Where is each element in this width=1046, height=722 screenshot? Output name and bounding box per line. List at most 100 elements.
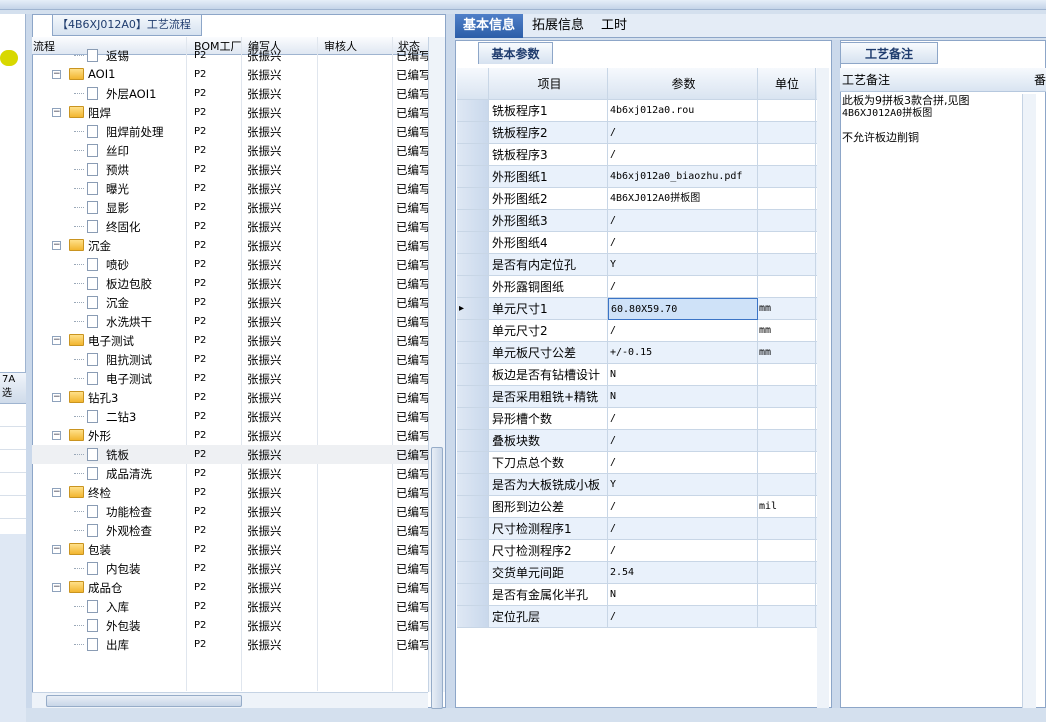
tree-row[interactable]: 成品清洗 P2 张振兴 已编写 [32,464,428,483]
param-value-cell[interactable]: / [608,210,758,232]
row-header-cell[interactable] [457,474,489,496]
tree-row[interactable]: − 终检 P2 张振兴 已编写 [32,483,428,502]
tree-row[interactable]: 铣板 P2 张振兴 已编写 [32,445,428,464]
row-header-cell[interactable] [457,386,489,408]
collapse-toggle-icon[interactable]: − [52,70,61,79]
tree-row[interactable]: 功能检查 P2 张振兴 已编写 [32,502,428,521]
params-row[interactable]: 尺寸检测程序1/Y [457,518,827,540]
param-value-cell[interactable]: / [608,276,758,298]
params-row[interactable]: 外形图纸4/Y [457,232,827,254]
collapse-toggle-icon[interactable]: − [52,545,61,554]
col-header-param[interactable]: 参数 [608,68,758,100]
row-header-cell[interactable]: ▸ [457,298,489,320]
collapse-toggle-icon[interactable]: − [52,583,61,592]
param-value-cell[interactable]: / [608,518,758,540]
params-row[interactable]: 定位孔层/Y [457,606,827,628]
tree-row[interactable]: 入库 P2 张振兴 已编写 [32,597,428,616]
tree-row[interactable]: − 成品仓 P2 张振兴 已编写 [32,578,428,597]
tree-row[interactable]: − 钻孔3 P2 张振兴 已编写 [32,388,428,407]
tree-row[interactable]: − AOI1 P2 张振兴 已编写 [32,65,428,84]
row-header-cell[interactable] [457,254,489,276]
collapse-toggle-icon[interactable]: − [52,393,61,402]
tree-row[interactable]: 外包装 P2 张振兴 已编写 [32,616,428,635]
tree-row[interactable]: − 阻焊 P2 张振兴 已编写 [32,103,428,122]
tree-row[interactable]: 显影 P2 张振兴 已编写 [32,198,428,217]
params-row[interactable]: 外形图纸3/Y [457,210,827,232]
params-row[interactable]: 图形到边公差/milY [457,496,827,518]
row-header-cell[interactable] [457,122,489,144]
tree-row[interactable]: 阻抗测试 P2 张振兴 已编写 [32,350,428,369]
row-header-cell[interactable] [457,518,489,540]
tree-row[interactable]: − 外形 P2 张振兴 已编写 [32,426,428,445]
tree-row[interactable]: 返锡 P2 张振兴 已编写 [32,46,428,65]
params-row[interactable]: 外形图纸14b6xj012a0_biaozhu.pdfY [457,166,827,188]
tree-row[interactable]: 内包装 P2 张振兴 已编写 [32,559,428,578]
param-value-cell[interactable]: N [608,364,758,386]
row-header-cell[interactable] [457,342,489,364]
param-value-cell[interactable]: 4b6xj012a0_biaozhu.pdf [608,166,758,188]
tree-vertical-scrollbar[interactable] [428,37,445,709]
tree-row[interactable]: 水洗烘干 P2 张振兴 已编写 [32,312,428,331]
notes-header-label[interactable]: 工艺备注 [842,73,890,87]
param-value-cell[interactable]: / [608,122,758,144]
params-row[interactable]: 是否采用粗铣+精铣NY [457,386,827,408]
notes-text[interactable]: 此板为9拼板3款合拼,见图 4B6XJ012A0拼板图 不允许板边削铜 [842,94,1022,144]
tree-row[interactable]: 外观检查 P2 张振兴 已编写 [32,521,428,540]
param-value-cell[interactable]: / [608,430,758,452]
tree-row[interactable]: 丝印 P2 张振兴 已编写 [32,141,428,160]
param-value-cell[interactable]: / [608,320,758,342]
splitter-right[interactable] [832,40,840,708]
row-header-cell[interactable] [457,276,489,298]
row-header-cell[interactable] [457,364,489,386]
params-row[interactable]: 下刀点总个数/Y [457,452,827,474]
row-header-cell[interactable] [457,452,489,474]
param-value-cell[interactable]: 4B6XJ012A0拼板图 [608,188,758,210]
params-row[interactable]: 是否为大板铣成小板YY [457,474,827,496]
scrollbar-thumb[interactable] [46,695,242,707]
param-value-cell[interactable]: / [608,232,758,254]
params-row[interactable]: 叠板块数/Y [457,430,827,452]
row-header-cell[interactable] [457,540,489,562]
tab-process-notes[interactable]: 工艺备注 [840,42,938,64]
collapse-toggle-icon[interactable]: − [52,336,61,345]
splitter-middle[interactable] [446,14,455,708]
scrollbar-thumb[interactable] [431,447,443,709]
tab-basic-params[interactable]: 基本参数 [478,42,553,64]
params-row[interactable]: 尺寸检测程序2/Y [457,540,827,562]
param-value-cell[interactable]: +/-0.15 [608,342,758,364]
param-value-cell[interactable]: 4b6xj012a0.rou [608,100,758,122]
params-row[interactable]: 板边是否有钻槽设计NY [457,364,827,386]
tree-row[interactable]: 曝光 P2 张振兴 已编写 [32,179,428,198]
tree-row[interactable]: 出库 P2 张振兴 已编写 [32,635,428,654]
notes-header-label-2[interactable]: 番 [1034,68,1046,92]
tree-row[interactable]: − 电子测试 P2 张振兴 已编写 [32,331,428,350]
params-row[interactable]: 外形图纸24B6XJ012A0拼板图Y [457,188,827,210]
collapse-toggle-icon[interactable]: − [52,241,61,250]
params-row[interactable]: 单元尺寸2/mmY [457,320,827,342]
row-header-cell[interactable] [457,320,489,342]
params-row[interactable]: 铣板程序14b6xj012a0.rouY [457,100,827,122]
tree-row[interactable]: 二钻3 P2 张振兴 已编写 [32,407,428,426]
tree-row[interactable]: 终固化 P2 张振兴 已编写 [32,217,428,236]
param-value-cell[interactable]: 2.54 [608,562,758,584]
param-value-cell[interactable]: / [608,144,758,166]
collapse-toggle-icon[interactable]: − [52,431,61,440]
tree-row[interactable]: 喷砂 P2 张振兴 已编写 [32,255,428,274]
param-value-cell[interactable]: Y [608,474,758,496]
tab-work-hours[interactable]: 工时 [593,14,635,38]
param-value-cell[interactable]: N [608,386,758,408]
row-header-cell[interactable] [457,232,489,254]
params-row[interactable]: 外形露铜图纸/Y [457,276,827,298]
params-row[interactable]: 是否有内定位孔YY [457,254,827,276]
notes-vertical-scrollbar[interactable] [1022,94,1036,708]
tree-row[interactable]: 电子测试 P2 张振兴 已编写 [32,369,428,388]
param-value-cell[interactable]: / [608,540,758,562]
param-value-cell[interactable]: / [608,606,758,628]
row-header-cell[interactable] [457,166,489,188]
param-value-cell[interactable]: / [608,496,758,518]
param-value-cell[interactable]: N [608,584,758,606]
row-header-cell[interactable] [457,188,489,210]
row-header-cell[interactable] [457,584,489,606]
row-header-cell[interactable] [457,430,489,452]
param-value-cell[interactable]: Y [608,254,758,276]
